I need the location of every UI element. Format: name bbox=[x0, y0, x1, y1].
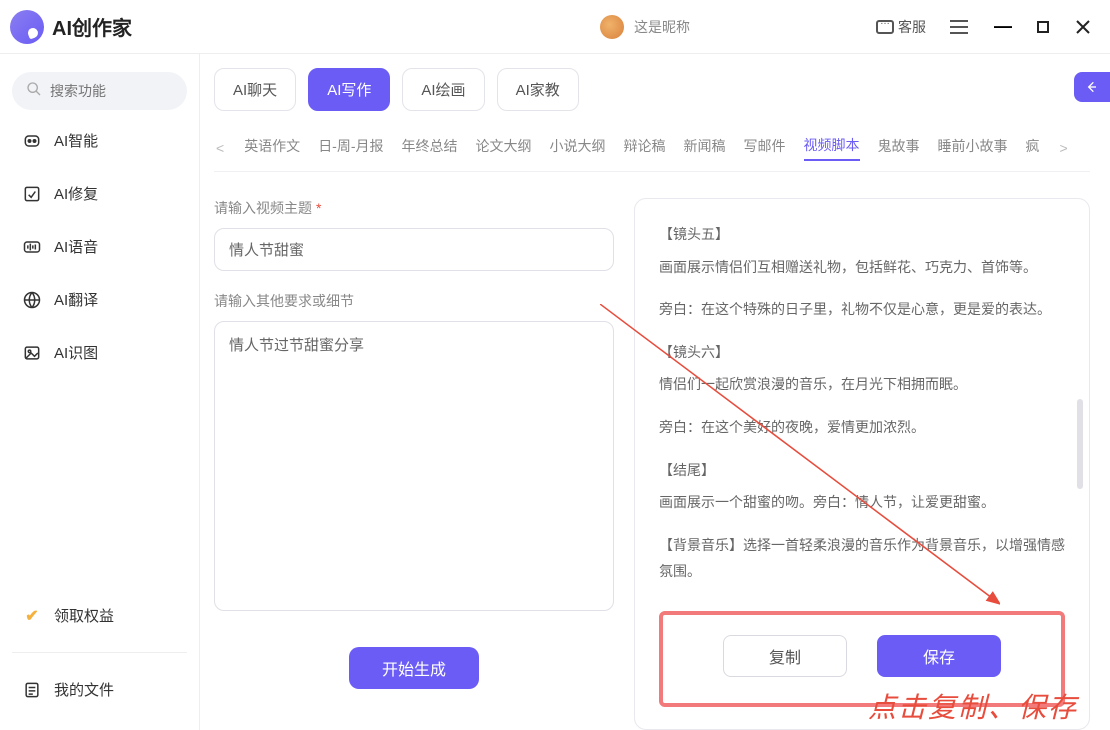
subnav-next[interactable]: > bbox=[1058, 140, 1070, 156]
sidebar: AI智能 AI修复 AI语音 AI翻译 AI识图 领取权益 我的文件 bbox=[0, 54, 200, 730]
sidebar-item-label: AI翻译 bbox=[54, 289, 98, 310]
window-minimize[interactable]: — bbox=[986, 12, 1020, 42]
sidebar-item-label: 我的文件 bbox=[54, 679, 114, 700]
repair-icon bbox=[22, 184, 42, 204]
image-icon bbox=[22, 343, 42, 363]
search-box[interactable] bbox=[12, 72, 187, 110]
app-logo bbox=[10, 10, 44, 44]
copy-button[interactable]: 复制 bbox=[723, 635, 847, 677]
subnav-item[interactable]: 论文大纲 bbox=[476, 136, 532, 160]
tab-ai-draw[interactable]: AI绘画 bbox=[402, 68, 484, 111]
subnav-item[interactable]: 睡前小故事 bbox=[938, 136, 1008, 160]
output-panel: 【镜头五】 画面展示情侣们互相赠送礼物，包括鲜花、巧克力、首饰等。 旁白：在这个… bbox=[634, 198, 1090, 730]
form-column: 请输入视频主题* 请输入其他要求或细节 情人节过节甜蜜分享 开始生成 bbox=[214, 198, 614, 730]
topic-input[interactable] bbox=[214, 228, 614, 271]
output-text: 【镜头五】 画面展示情侣们互相赠送礼物，包括鲜花、巧克力、首饰等。 旁白：在这个… bbox=[659, 221, 1065, 601]
subnav-prev[interactable]: < bbox=[214, 140, 226, 156]
subnav-item[interactable]: 英语作文 bbox=[244, 136, 300, 160]
sidebar-item-label: AI识图 bbox=[54, 342, 98, 363]
detail-label: 请输入其他要求或细节 bbox=[214, 291, 614, 311]
sidebar-item-ai-voice[interactable]: AI语音 bbox=[12, 224, 187, 269]
app-title: AI创作家 bbox=[52, 12, 132, 41]
subnav: < 英语作文 日-周-月报 年终总结 论文大纲 小说大纲 辩论稿 新闻稿 写邮件… bbox=[214, 129, 1090, 172]
topic-label: 请输入视频主题* bbox=[214, 198, 614, 218]
subnav-item-active[interactable]: 视频脚本 bbox=[804, 135, 860, 161]
tab-ai-tutor[interactable]: AI家教 bbox=[497, 68, 579, 111]
content: 请输入视频主题* 请输入其他要求或细节 情人节过节甜蜜分享 开始生成 【镜头五】… bbox=[214, 172, 1090, 730]
subnav-item[interactable]: 辩论稿 bbox=[624, 136, 666, 160]
sidebar-item-label: AI智能 bbox=[54, 130, 98, 151]
avatar-icon bbox=[600, 15, 624, 39]
translate-icon bbox=[22, 290, 42, 310]
support-label: 客服 bbox=[898, 17, 926, 37]
sidebar-item-files[interactable]: 我的文件 bbox=[12, 667, 187, 712]
sidebar-item-label: AI修复 bbox=[54, 183, 98, 204]
sidebar-item-label: 领取权益 bbox=[54, 605, 114, 626]
subnav-item[interactable]: 写邮件 bbox=[744, 136, 786, 160]
titlebar: AI创作家 这是昵称 客服 — bbox=[0, 0, 1110, 54]
sidebar-item-ai-image[interactable]: AI识图 bbox=[12, 330, 187, 375]
sidebar-item-label: AI语音 bbox=[54, 236, 98, 257]
subnav-item[interactable]: 小说大纲 bbox=[550, 136, 606, 160]
tab-ai-chat[interactable]: AI聊天 bbox=[214, 68, 296, 111]
tabs-row: AI聊天 AI写作 AI绘画 AI家教 bbox=[214, 68, 1090, 111]
right-controls: 客服 — bbox=[870, 12, 1100, 42]
main: AI聊天 AI写作 AI绘画 AI家教 < 英语作文 日-周-月报 年终总结 论… bbox=[200, 54, 1110, 730]
search-icon bbox=[26, 81, 42, 102]
subnav-item[interactable]: 疯 bbox=[1026, 136, 1040, 160]
user-name: 这是昵称 bbox=[634, 17, 690, 37]
divider bbox=[12, 652, 187, 653]
chat-icon bbox=[876, 20, 894, 34]
scrollbar[interactable] bbox=[1077, 399, 1083, 489]
voice-icon bbox=[22, 237, 42, 257]
sidebar-item-rights[interactable]: 领取权益 bbox=[12, 593, 187, 638]
subnav-item[interactable]: 年终总结 bbox=[402, 136, 458, 160]
subnav-item[interactable]: 鬼故事 bbox=[878, 136, 920, 160]
tab-ai-write[interactable]: AI写作 bbox=[308, 68, 390, 111]
generate-button[interactable]: 开始生成 bbox=[349, 647, 479, 689]
check-icon bbox=[22, 606, 42, 626]
save-button[interactable]: 保存 bbox=[877, 635, 1001, 677]
back-button[interactable] bbox=[1074, 72, 1110, 102]
sidebar-item-ai-repair[interactable]: AI修复 bbox=[12, 171, 187, 216]
subnav-item[interactable]: 日-周-月报 bbox=[318, 136, 383, 160]
robot-icon bbox=[22, 131, 42, 151]
sidebar-item-ai-translate[interactable]: AI翻译 bbox=[12, 277, 187, 322]
user-block[interactable]: 这是昵称 bbox=[600, 15, 690, 39]
subnav-item[interactable]: 新闻稿 bbox=[684, 136, 726, 160]
support-button[interactable]: 客服 bbox=[870, 13, 932, 41]
annotation-text: 点击复制、保存 bbox=[868, 686, 1078, 726]
file-icon bbox=[22, 680, 42, 700]
window-maximize[interactable] bbox=[1026, 12, 1060, 42]
detail-textarea[interactable]: 情人节过节甜蜜分享 bbox=[214, 321, 614, 611]
menu-icon[interactable] bbox=[950, 20, 968, 34]
window-close[interactable] bbox=[1066, 12, 1100, 42]
sidebar-item-ai-smart[interactable]: AI智能 bbox=[12, 118, 187, 163]
